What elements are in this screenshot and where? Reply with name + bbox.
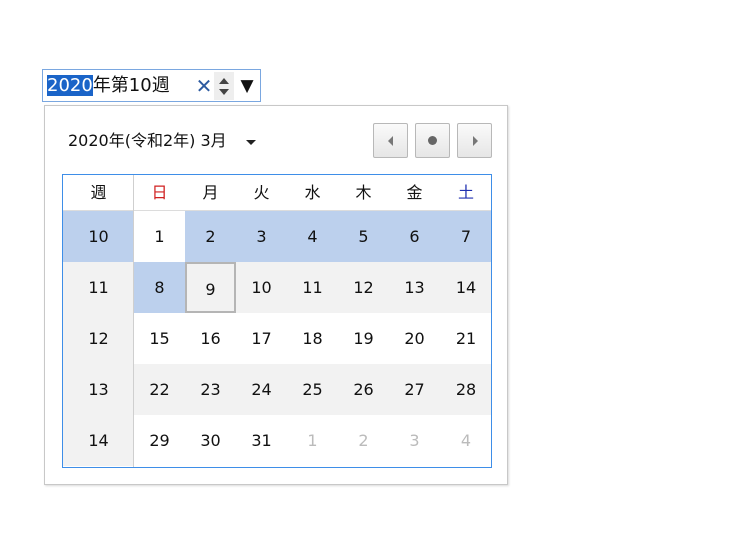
day-cell[interactable]: 30 — [185, 415, 236, 466]
day-cell-outside-month[interactable]: 1 — [287, 415, 338, 466]
day-cell[interactable]: 15 — [134, 313, 185, 364]
day-cell[interactable]: 7 — [440, 211, 491, 262]
day-cell[interactable]: 26 — [338, 364, 389, 415]
year-segment-selected[interactable]: 2020 — [47, 75, 93, 96]
day-cell[interactable]: 11 — [287, 262, 338, 313]
day-cell[interactable]: 3 — [236, 211, 287, 262]
day-cell[interactable]: 23 — [185, 364, 236, 415]
day-cell[interactable]: 17 — [236, 313, 287, 364]
day-cell[interactable]: 2 — [185, 211, 236, 262]
day-cell[interactable]: 21 — [440, 313, 491, 364]
spin-up-icon[interactable] — [219, 78, 229, 84]
chevron-left-icon — [388, 136, 393, 146]
day-cell[interactable]: 27 — [389, 364, 440, 415]
day-cell[interactable]: 31 — [236, 415, 287, 466]
header-weekday: 火 — [236, 175, 287, 211]
week-number-cell[interactable]: 10 — [63, 211, 134, 262]
day-cell[interactable]: 6 — [389, 211, 440, 262]
header-weekday: 金 — [389, 175, 440, 211]
day-cell[interactable]: 1 — [134, 211, 185, 262]
header-week: 週 — [63, 175, 134, 211]
day-cell[interactable]: 13 — [389, 262, 440, 313]
today-button[interactable] — [415, 123, 450, 158]
calendar-grid: 週日月火水木金土 10 1 2 3 4 5 6 7 11 8 9 10 11 12 13 14 12 15 16 17 1… — [62, 174, 492, 468]
day-cell[interactable]: 8 — [134, 262, 185, 313]
day-cell[interactable]: 19 — [338, 313, 389, 364]
day-cell[interactable]: 9 — [185, 262, 236, 313]
calendar-popup: 2020年(令和2年) 3月 週日月火水木金土 10 1 2 3 4 5 6 7 11 8 9 10 11… — [44, 105, 508, 485]
day-cell-outside-month[interactable]: 3 — [389, 415, 440, 466]
day-cell[interactable]: 22 — [134, 364, 185, 415]
month-dropdown-caret-icon[interactable] — [246, 140, 256, 145]
week-number-cell[interactable]: 13 — [63, 364, 134, 415]
spin-down-icon[interactable] — [219, 89, 229, 95]
day-cell[interactable]: 29 — [134, 415, 185, 466]
next-month-button[interactable] — [457, 123, 492, 158]
prev-month-button[interactable] — [373, 123, 408, 158]
day-cell[interactable]: 24 — [236, 364, 287, 415]
header-weekday: 月 — [185, 175, 236, 211]
day-cell[interactable]: 5 — [338, 211, 389, 262]
day-cell[interactable]: 20 — [389, 313, 440, 364]
month-title[interactable]: 2020年(令和2年) 3月 — [68, 131, 227, 151]
header-weekday: 水 — [287, 175, 338, 211]
caret-down-icon: ▼ — [240, 76, 254, 96]
day-cell[interactable]: 14 — [440, 262, 491, 313]
day-cell[interactable]: 28 — [440, 364, 491, 415]
week-number-cell[interactable]: 14 — [63, 415, 134, 466]
close-icon: ✕ — [195, 74, 213, 98]
clear-button[interactable]: ✕ — [193, 73, 215, 99]
day-cell[interactable]: 18 — [287, 313, 338, 364]
dropdown-button[interactable]: ▼ — [237, 73, 257, 99]
day-cell-outside-month[interactable]: 4 — [440, 415, 491, 466]
header-weekday: 木 — [338, 175, 389, 211]
day-cell[interactable]: 10 — [236, 262, 287, 313]
week-input-field[interactable]: 2020年第10週 ✕ ▼ — [42, 69, 261, 102]
header-weekday: 日 — [134, 175, 185, 211]
week-number-cell[interactable]: 12 — [63, 313, 134, 364]
dot-icon — [428, 136, 437, 145]
week-number-cell[interactable]: 11 — [63, 262, 134, 313]
week-column-divider — [133, 175, 134, 467]
chevron-right-icon — [473, 136, 478, 146]
day-cell[interactable]: 25 — [287, 364, 338, 415]
day-cell[interactable]: 12 — [338, 262, 389, 313]
header-weekday: 土 — [440, 175, 491, 211]
week-input-text[interactable]: 2020年第10週 — [47, 75, 170, 96]
day-cell[interactable]: 4 — [287, 211, 338, 262]
day-cell[interactable]: 16 — [185, 313, 236, 364]
week-segment-text[interactable]: 年第10週 — [93, 75, 170, 96]
spin-buttons[interactable] — [214, 72, 234, 100]
day-cell-outside-month[interactable]: 2 — [338, 415, 389, 466]
